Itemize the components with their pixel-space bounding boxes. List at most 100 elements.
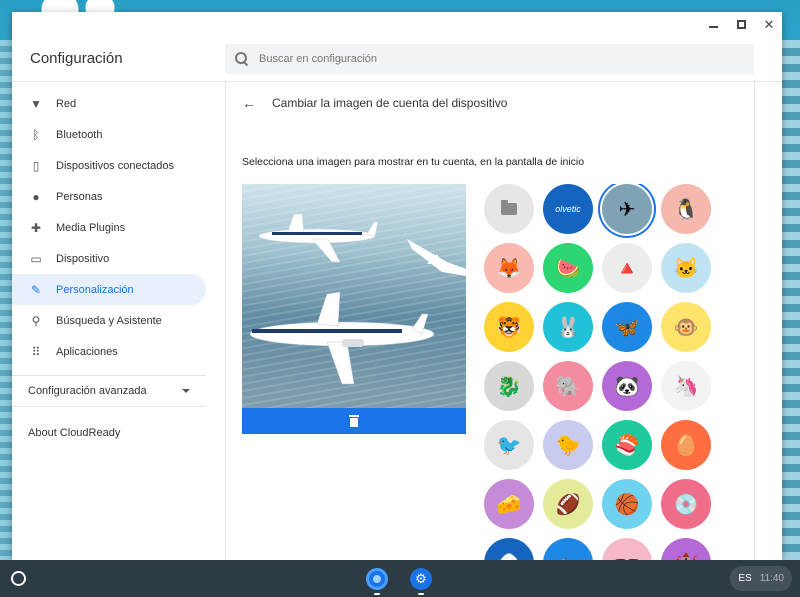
monkey-icon: 🐵 bbox=[673, 316, 699, 339]
watermelon-icon: 🍉 bbox=[555, 257, 581, 280]
cardinal-icon: 🐤 bbox=[555, 434, 581, 457]
origami-bird-avatar[interactable]: 🔺 bbox=[602, 243, 652, 293]
unicorn-avatar[interactable]: 🦄 bbox=[661, 361, 711, 411]
trash-icon bbox=[349, 415, 359, 427]
back-arrow-icon[interactable]: ← bbox=[242, 95, 256, 111]
sidebar-item-label: Personalización bbox=[56, 283, 134, 296]
bluetooth-icon: ᛒ bbox=[32, 127, 40, 142]
sidebar-item-label: Red bbox=[56, 97, 77, 110]
fox-icon: 🦊 bbox=[496, 257, 522, 280]
subpage-title: Cambiar la imagen de cuenta del disposit… bbox=[272, 96, 508, 110]
sushi-plate-icon: 🍣 bbox=[614, 434, 640, 457]
chrome-app-icon[interactable] bbox=[366, 568, 388, 590]
search-icon: ⚲ bbox=[31, 313, 41, 328]
settings-header: Configuración bbox=[12, 36, 782, 82]
butterfly-avatar[interactable]: 🦋 bbox=[602, 302, 652, 352]
sidebar-item-label: Media Plugins bbox=[56, 221, 126, 234]
launcher-icon[interactable] bbox=[11, 571, 26, 586]
sidebar-item-brush[interactable]: ✎ Personalización bbox=[12, 274, 206, 305]
page-title: Configuración bbox=[30, 50, 123, 67]
window-titlebar: ✕ bbox=[12, 12, 782, 36]
sidebar-item-label: Dispositivo bbox=[56, 252, 110, 265]
vinyl-record-avatar[interactable]: 💿 bbox=[661, 479, 711, 529]
sidebar-item-bluetooth[interactable]: ᛒ Bluetooth bbox=[12, 119, 206, 150]
sidebar-item-search[interactable]: ⚲ Búsqueda y Asistente bbox=[12, 305, 206, 336]
sidebar-item-puzzle[interactable]: ✚ Media Plugins bbox=[12, 212, 206, 243]
cat-icon: 🐱 bbox=[673, 257, 699, 280]
main-panel: ← Cambiar la imagen de cuenta del dispos… bbox=[225, 82, 755, 560]
airplane-photo-avatar[interactable]: ✈ bbox=[602, 184, 652, 234]
sidebar-item-phone[interactable]: ▯ Dispositivos conectados bbox=[12, 150, 206, 181]
basketball-icon: 🏀 bbox=[614, 493, 640, 516]
advanced-settings-label: Configuración avanzada bbox=[28, 385, 147, 397]
sidebar-item-apps-grid[interactable]: ⠿ Aplicaciones bbox=[12, 336, 206, 367]
settings-running-indicator bbox=[418, 593, 424, 595]
butterfly-icon: 🦋 bbox=[614, 316, 640, 339]
dragon-avatar[interactable]: 🐉 bbox=[484, 361, 534, 411]
selected-image-preview bbox=[242, 184, 466, 408]
avatar-grid: olvetic ✈ 🐧 🦊 🍉 🔺 🐱 🐯 🐰 🦋 🐵 🐉 🐘 🐼 🦄 🐦 🐤 🍣 🥚 🧀 🏈 🏀 💿 🍙 🚲 🕶 🏰 bbox=[484, 184, 724, 560]
cat-avatar[interactable]: 🐱 bbox=[661, 243, 711, 293]
folder-avatar[interactable] bbox=[484, 184, 534, 234]
basketball-avatar[interactable]: 🏀 bbox=[602, 479, 652, 529]
cheese-avatar[interactable]: 🧀 bbox=[484, 479, 534, 529]
sidebar-item-label: Personas bbox=[56, 190, 103, 203]
search-box[interactable] bbox=[225, 43, 754, 74]
tiger-avatar[interactable]: 🐯 bbox=[484, 302, 534, 352]
chrome-running-indicator bbox=[374, 593, 380, 595]
birds-avatar[interactable]: 🐦 bbox=[484, 420, 534, 470]
sunglasses-avatar[interactable]: 🕶 bbox=[602, 538, 652, 560]
tamagotchi-avatar[interactable]: 🥚 bbox=[661, 420, 711, 470]
minimize-icon bbox=[708, 26, 718, 28]
bicycle-avatar[interactable]: 🚲 bbox=[543, 538, 593, 560]
about-cloudready-link[interactable]: About CloudReady bbox=[12, 413, 225, 453]
monkey-avatar[interactable]: 🐵 bbox=[661, 302, 711, 352]
fox-avatar[interactable]: 🦊 bbox=[484, 243, 534, 293]
minimize-button[interactable] bbox=[706, 17, 720, 31]
sidebar-item-label: Búsqueda y Asistente bbox=[56, 314, 162, 327]
close-button[interactable]: ✕ bbox=[762, 17, 776, 31]
bicycle-icon: 🚲 bbox=[556, 551, 581, 561]
advanced-settings-toggle[interactable]: Configuración avanzada bbox=[12, 375, 206, 407]
image-preview-panel bbox=[242, 184, 466, 560]
sidebar-item-laptop[interactable]: ▭ Dispositivo bbox=[12, 243, 206, 274]
settings-app-icon[interactable]: ⚙ bbox=[410, 568, 432, 590]
sushi-roll-avatar[interactable]: 🍙 bbox=[484, 538, 534, 560]
settings-window: ✕ Configuración ▼ Red ᛒ Bluetooth ▯ Dispositi… bbox=[12, 12, 782, 560]
cheese-icon: 🧀 bbox=[496, 493, 522, 516]
cardinal-avatar[interactable]: 🐤 bbox=[543, 420, 593, 470]
sidebar: ▼ Red ᛒ Bluetooth ▯ Dispositivos conectados ● P… bbox=[12, 82, 225, 560]
folder-icon bbox=[501, 200, 517, 215]
football-avatar[interactable]: 🏈 bbox=[543, 479, 593, 529]
maximize-button[interactable] bbox=[734, 17, 748, 31]
sushi-plate-avatar[interactable]: 🍣 bbox=[602, 420, 652, 470]
penguin-avatar[interactable]: 🐧 bbox=[661, 184, 711, 234]
solvetic-avatar[interactable]: olvetic bbox=[543, 184, 593, 234]
picture-picker: olvetic ✈ 🐧 🦊 🍉 🔺 🐱 🐯 🐰 🦋 🐵 🐉 🐘 🐼 🦄 🐦 🐤 🍣 🥚 🧀 🏈 🏀 💿 🍙 🚲 🕶 🏰 bbox=[242, 184, 738, 560]
airplane-image bbox=[249, 213, 466, 385]
search-input[interactable] bbox=[259, 52, 719, 65]
castle-avatar[interactable]: 🏰 bbox=[661, 538, 711, 560]
wallpaper-building-left bbox=[0, 40, 12, 560]
status-tray[interactable]: ES 11:40 bbox=[730, 566, 792, 591]
subpage-header: ← Cambiar la imagen de cuenta del dispos… bbox=[242, 82, 738, 124]
panda-avatar[interactable]: 🐼 bbox=[602, 361, 652, 411]
elephant-avatar[interactable]: 🐘 bbox=[543, 361, 593, 411]
rabbit-avatar[interactable]: 🐰 bbox=[543, 302, 593, 352]
caret-down-icon bbox=[182, 389, 190, 393]
sidebar-item-person[interactable]: ● Personas bbox=[12, 181, 206, 212]
laptop-icon: ▭ bbox=[30, 251, 42, 266]
sidebar-item-wifi[interactable]: ▼ Red bbox=[12, 88, 206, 119]
castle-icon: 🏰 bbox=[674, 551, 699, 561]
person-icon: ● bbox=[32, 189, 40, 204]
tamagotchi-icon: 🥚 bbox=[673, 434, 699, 457]
unicorn-icon: 🦄 bbox=[673, 375, 699, 398]
watermelon-avatar[interactable]: 🍉 bbox=[543, 243, 593, 293]
search-icon bbox=[235, 51, 249, 66]
avatar-label: olvetic bbox=[555, 204, 581, 214]
rabbit-icon: 🐰 bbox=[555, 316, 581, 339]
sidebar-item-label: Bluetooth bbox=[56, 128, 103, 141]
delete-image-button[interactable] bbox=[242, 408, 466, 434]
puzzle-icon: ✚ bbox=[30, 220, 42, 235]
tiger-icon: 🐯 bbox=[496, 316, 522, 339]
